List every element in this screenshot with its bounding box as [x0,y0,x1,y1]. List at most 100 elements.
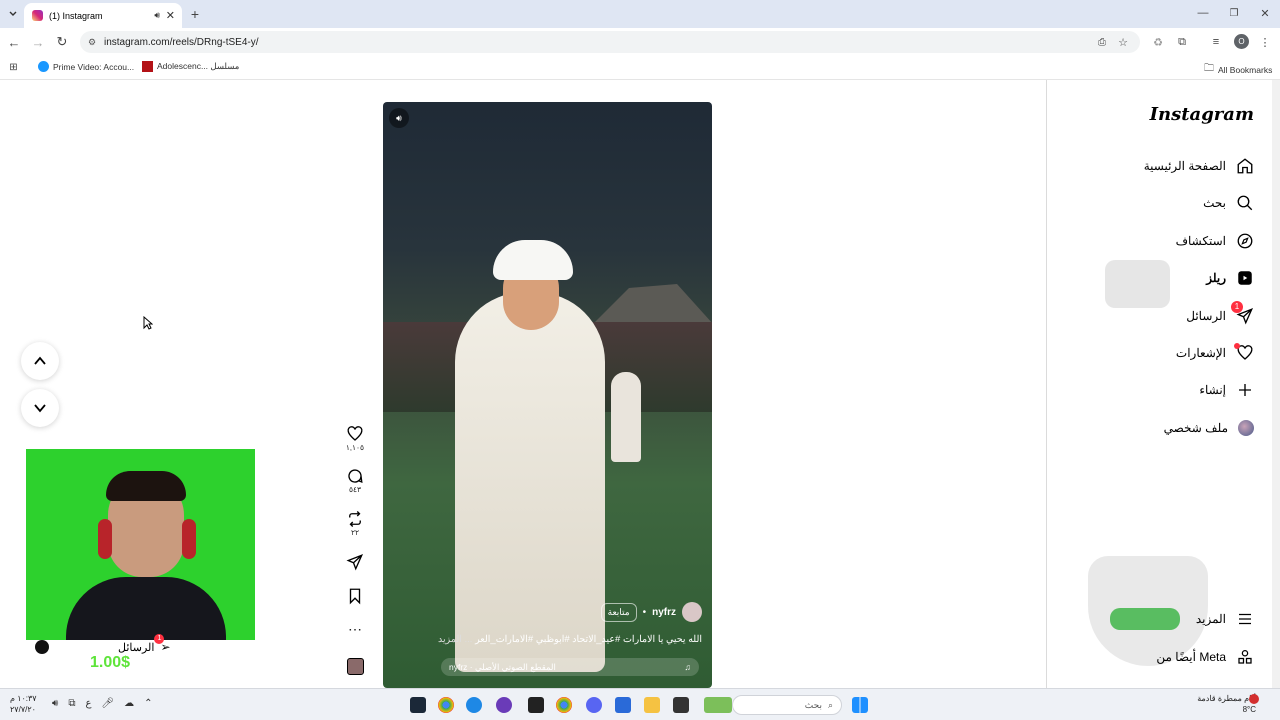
all-bookmarks-label: All Bookmarks [1218,64,1273,75]
terminal-icon[interactable] [673,697,689,713]
instagram-logo[interactable]: Instagram [1150,104,1254,125]
headphones-icon [98,519,112,559]
nav-label: ريلز [1206,271,1226,285]
author-avatar[interactable] [682,602,702,622]
comment-icon [348,469,363,484]
bookmark-star-icon[interactable]: ☆ [1118,36,1128,49]
search-icon [1237,195,1253,211]
reload-icon[interactable]: ↻ [54,34,70,50]
nav-explore[interactable]: استكشاف [1176,229,1254,253]
nav-label: الصفحة الرئيسية [1143,159,1226,173]
clock[interactable]: ١٠:٣٧ م ٢٧/٧/٢٠ [10,693,37,715]
alert-avatar [35,640,49,654]
caption-more[interactable]: ... المزيد [438,634,472,645]
home-icon [1237,158,1253,174]
bookmark-site-icon [142,61,153,72]
audio-thumbnail[interactable] [340,658,370,675]
chrome-icon[interactable] [438,697,454,713]
nav-more[interactable]: المزيد [1196,607,1254,631]
language-indicator[interactable]: ع [85,698,91,709]
windows-start-icon[interactable] [852,697,868,713]
more-options-action[interactable]: ⋯ [340,621,370,638]
share-action[interactable] [340,553,370,571]
cloud-icon[interactable]: ☁︎ [124,698,134,709]
nav-reels[interactable]: ريلز [1206,266,1254,290]
alert-messages-label: الرسائل [118,641,155,654]
repost-action[interactable]: ٢٢ [340,510,370,537]
nav-profile[interactable]: ملف شخصي [1164,416,1254,440]
nav-label: الرسائل [1186,309,1226,323]
close-window-icon[interactable]: ✕ [1258,6,1272,20]
profile-avatar[interactable]: O [1234,34,1249,49]
tab-list-icon[interactable] [6,7,20,21]
like-action[interactable]: ١,١٠٥ [340,425,370,452]
all-bookmarks[interactable]: 🗀︎ All Bookmarks [1204,61,1272,78]
clover-decoration [1110,608,1180,630]
speaker-icon: 🔊︎ [396,112,402,123]
audio-cover-icon [346,658,364,675]
nav-notifications[interactable]: الإشعارات [1176,341,1254,365]
minimize-icon[interactable]: — [1196,6,1210,20]
steam-icon[interactable] [410,697,426,713]
nav-messages[interactable]: الرسائل 1 [1186,301,1254,328]
menu-kebab-icon[interactable]: ⋮ [1258,34,1272,50]
reel-video[interactable]: 🔊︎ متابعة • nyfrz الله يحيي يا الامارات … [383,102,712,688]
headphones-icon [182,519,196,559]
notifications-icon-wrap [1234,343,1254,362]
extension-icon[interactable]: ♻︎ [1150,34,1166,50]
page-scrollbar[interactable] [1272,80,1280,688]
weather-widget[interactable]: أيام ممطرة قادمة 8°C [1186,693,1256,715]
search-icon: ⌕ [827,699,833,710]
file-explorer-icon[interactable] [644,697,660,713]
avatar-icon [1238,420,1254,436]
tent-backdrop [593,284,712,324]
tab-audio-icon[interactable]: 🔊︎ [154,10,160,21]
tab-close-icon[interactable]: ✕ [166,9,175,22]
reel-caption: الله يحيي يا الامارات #عيد_الاتحاد #ابوظ… [412,634,702,645]
next-reel-button[interactable] [21,389,59,427]
weather-icon [1249,694,1259,704]
nav-create[interactable]: إنشاء [1199,378,1254,402]
new-tab-icon[interactable]: + [188,6,202,22]
media-control-icon[interactable]: ≡ [1208,34,1224,50]
forward-icon[interactable]: → [30,34,46,50]
microphone-icon[interactable]: 🎤︎ [101,698,114,709]
install-app-icon[interactable]: ⎙ [1098,37,1106,48]
taskbar-search[interactable]: بحث ⌕ [732,695,842,715]
bookmark-adolescence[interactable]: Adolescenc... مسلسل [142,61,239,72]
previous-reel-button[interactable] [21,342,59,380]
comment-count: ٥٤٣ [348,485,362,494]
heart-icon [347,426,363,441]
volume-icon[interactable]: 🔊︎ [52,698,58,709]
back-icon[interactable]: ← [6,34,22,50]
reel-username[interactable]: nyfrz [652,607,676,618]
store-icon[interactable] [615,697,631,713]
tab-instagram[interactable]: (1) Instagram 🔊︎ ✕ [24,3,182,28]
chrome-icon[interactable] [556,697,572,713]
follow-button[interactable]: متابعة [600,602,637,622]
save-action[interactable] [340,587,370,605]
display-icon[interactable]: ⧉ [68,698,75,709]
app-icon[interactable] [528,697,544,713]
chevron-up-icon[interactable]: ⌃ [144,698,152,709]
bookmarks-bar: ⊞ Prime Video: Accou... Adolescenc... مس… [0,56,1280,80]
nav-also-from-meta[interactable]: أيضًا من Meta [1156,645,1254,669]
apps-grid-icon[interactable]: ⊞ [7,61,20,74]
bookmark-prime-video[interactable]: Prime Video: Accou... [38,61,134,72]
nav-label: إنشاء [1199,383,1226,397]
nav-search[interactable]: بحث [1203,191,1254,215]
comment-action[interactable]: ٥٤٣ [340,467,370,494]
extensions-puzzle-icon[interactable]: ⧉ [1174,34,1190,50]
profile-initial: O [1238,37,1245,46]
edge-icon[interactable] [466,697,482,713]
address-bar[interactable]: ⚙︎ instagram.com/reels/DRng-tSE4-y/ ⎙ ☆ [80,31,1140,53]
discord-icon[interactable] [586,697,602,713]
audio-pill[interactable]: nyfrz · المقطع الصوتي الأصلي ♫ [441,658,699,676]
mute-toggle[interactable]: 🔊︎ [389,108,409,128]
widget-icon[interactable] [704,697,732,713]
site-info-icon[interactable]: ⚙︎ [88,37,96,48]
nav-label: أيضًا من Meta [1156,650,1226,664]
app-icon[interactable] [496,697,512,713]
restore-icon[interactable]: ❐ [1227,6,1241,20]
nav-home[interactable]: الصفحة الرئيسية [1144,154,1254,178]
